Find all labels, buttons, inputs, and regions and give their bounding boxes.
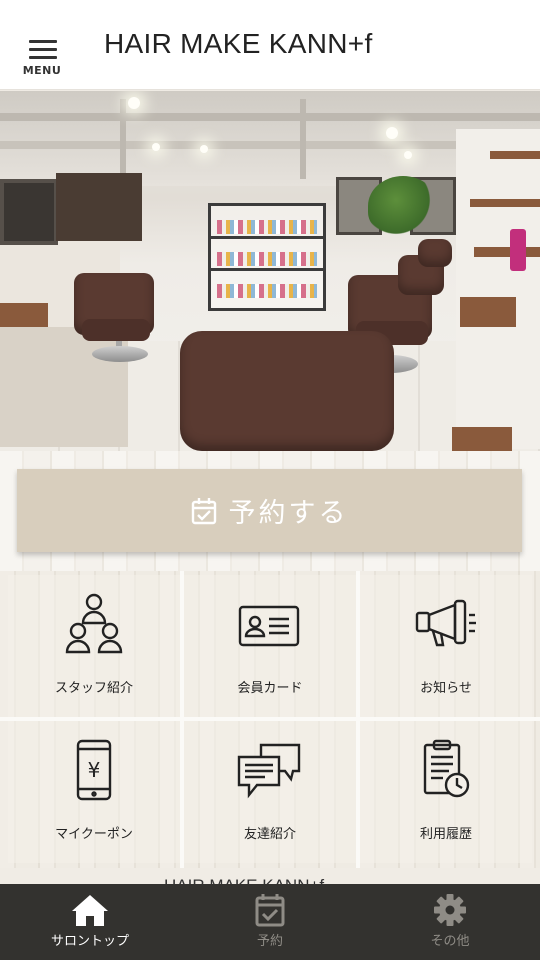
menu-grid: スタッフ紹介 会員カード お知らせ ¥ マイクーポン 友達紹介 利用履歴 [0,571,540,868]
coupon-phone-icon: ¥ [76,739,112,801]
menu-label: MENU [22,64,62,77]
tab-salon-top[interactable]: サロントップ [0,884,180,960]
app-header: MENU HAIR MAKE KANN+f [0,0,540,90]
tab-label: その他 [430,934,470,949]
gear-icon [434,894,466,926]
bottom-tab-bar: サロントップ 予約 その他 [0,884,540,960]
tab-label: サロントップ [50,934,129,949]
calendar-check-icon [255,894,285,927]
grid-item-member-card[interactable]: 会員カード [184,575,356,717]
staff-icon [65,593,123,654]
hamburger-icon [29,40,57,60]
menu-button[interactable]: MENU [14,30,70,80]
page-title: HAIR MAKE KANN+f [104,28,373,59]
reserve-label: 予約する [228,498,349,528]
grid-divider [0,717,540,721]
grid-item-label: お知らせ [420,681,472,696]
history-clipboard-icon [423,739,470,798]
reserve-button[interactable]: 予約する [17,469,522,552]
salon-hero-image [0,91,540,451]
tab-label: 予約 [256,934,283,949]
grid-item-label: スタッフ紹介 [54,681,133,696]
megaphone-icon [415,599,476,647]
reserve-section: 予約する [0,451,540,571]
grid-item-label: 利用履歴 [419,827,472,842]
grid-item-label: 会員カード [237,681,303,696]
footer-salon-name: HAIR MAKE KANN+f [164,876,324,884]
footer-peek: HAIR MAKE KANN+f [0,868,540,884]
grid-item-label: 友達紹介 [243,827,296,842]
grid-item-referral[interactable]: 友達紹介 [184,721,356,863]
grid-item-label: マイクーポン [55,827,133,842]
grid-item-coupon[interactable]: ¥ マイクーポン [8,721,180,863]
grid-item-history[interactable]: 利用履歴 [360,721,532,863]
tab-other[interactable]: その他 [360,884,540,960]
chat-bubbles-icon [237,743,301,799]
home-icon [72,895,108,926]
member-card-icon [238,605,300,647]
grid-item-staff[interactable]: スタッフ紹介 [8,575,180,717]
calendar-check-icon [191,497,216,524]
grid-item-news[interactable]: お知らせ [360,575,532,717]
tab-reserve[interactable]: 予約 [180,884,360,960]
svg-text:¥: ¥ [88,758,101,782]
